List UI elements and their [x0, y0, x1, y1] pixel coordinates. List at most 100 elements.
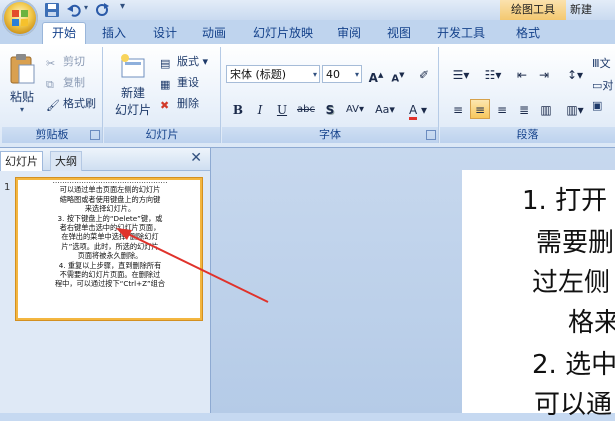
office-button[interactable]: [2, 0, 38, 36]
layout-button[interactable]: ▤ 版式 ▾: [160, 53, 208, 71]
close-icon[interactable]: ✕: [190, 150, 202, 166]
shadow-button[interactable]: S: [320, 99, 340, 119]
grow-font-button[interactable]: A▲: [366, 64, 386, 85]
font-size-dropdown-icon[interactable]: ▾: [355, 66, 359, 84]
thumbnail-line: 4. 重复以上步骤，直到删除所有: [58, 260, 162, 270]
tab-developer[interactable]: 开发工具: [432, 23, 490, 44]
tab-home[interactable]: 开始: [42, 22, 86, 45]
bullets-button[interactable]: ☰▾: [446, 64, 476, 84]
paintbrush-icon: 🖌: [46, 99, 60, 112]
strikethrough-button[interactable]: abc: [294, 99, 318, 119]
align-center-button[interactable]: ≡: [470, 99, 490, 119]
clear-format-icon: ✐: [418, 68, 430, 82]
new-slide-button[interactable]: 新建 幻灯片: [110, 53, 156, 123]
thumbnail-line: 页面将被永久删除。: [77, 251, 143, 261]
undo-icon[interactable]: [66, 2, 82, 18]
tab-design[interactable]: 设计: [146, 23, 184, 44]
group-label-paragraph: 段落: [440, 127, 615, 143]
new-slide-label-2: 幻灯片: [114, 103, 151, 117]
thumbnail-line: 程中，可以通过按下“Ctrl+Z”组合: [54, 279, 166, 289]
tab-review[interactable]: 审阅: [332, 23, 366, 44]
distributed-button[interactable]: ▥: [536, 99, 556, 119]
undo-dropdown-icon[interactable]: ▾: [84, 3, 88, 12]
qat-customize-icon[interactable]: ▾: [120, 1, 125, 12]
save-icon[interactable]: [44, 2, 60, 18]
change-case-button[interactable]: Aa▾: [372, 99, 398, 119]
font-color-button[interactable]: A ▾: [404, 99, 432, 120]
thumbnail-text: ………………………………………… 可以通过单击页面左侧的幻灯片 缩略图或者使用键盘上…: [26, 180, 194, 289]
slide-text-line[interactable]: 过左侧: [532, 262, 610, 299]
reset-icon: ▦: [160, 78, 171, 91]
columns-icon: ▥▾: [566, 103, 584, 117]
text-direction-icon: Ⅲ: [592, 57, 600, 70]
align-text-button[interactable]: ▭对: [592, 77, 613, 93]
cut-button[interactable]: ✂ 剪切: [46, 53, 85, 71]
align-left-button[interactable]: ≡: [448, 99, 468, 119]
slide-text-line[interactable]: 格来: [568, 302, 615, 339]
thumbnail-line: 不需要的幻灯片页面。在删除过: [59, 270, 161, 280]
text-direction-label: 文: [599, 57, 611, 70]
clipboard-launcher-icon[interactable]: [90, 130, 100, 140]
contextual-tab-drawing-tools[interactable]: 绘图工具: [500, 0, 566, 20]
font-name-dropdown-icon[interactable]: ▾: [313, 66, 317, 84]
columns-button[interactable]: ▥▾: [560, 99, 590, 119]
group-paragraph: ☰▾ ☷▾ ⇤ ⇥ ↕▾ ≡ ≡ ≡ ≣ ▥ ▥▾ Ⅲ文 ▭对 ▣ 段落: [440, 47, 615, 143]
char-spacing-button[interactable]: AV▾: [342, 99, 368, 119]
office-logo-icon: [12, 10, 28, 26]
tab-slideshow[interactable]: 幻灯片放映: [250, 23, 316, 44]
align-left-icon: ≡: [452, 103, 464, 117]
format-painter-button[interactable]: 🖌 格式刷: [46, 95, 96, 113]
tab-outline-pane[interactable]: 大纲: [50, 151, 82, 171]
paste-button[interactable]: 粘贴 ▾: [6, 53, 38, 119]
numbering-icon: ☷▾: [484, 68, 502, 82]
reset-label: 重设: [177, 76, 199, 89]
clear-format-button[interactable]: ✐: [414, 64, 434, 84]
font-size-combo[interactable]: 40 ▾: [322, 65, 362, 83]
align-text-label: 对: [602, 79, 614, 92]
bold-button[interactable]: B: [228, 99, 248, 119]
group-font: 宋体 (标题) ▾ 40 ▾ A▲ A▼ ✐ B I U abc S AV▾ Aa▾…: [222, 47, 439, 143]
layout-icon: ▤: [160, 57, 171, 70]
tab-format[interactable]: 格式: [510, 23, 546, 44]
tab-insert[interactable]: 插入: [96, 23, 132, 44]
smartart-icon: ▣: [592, 99, 603, 112]
slide-thumbnail[interactable]: ………………………………………… 可以通过单击页面左侧的幻灯片 缩略图或者使用键盘上…: [16, 178, 202, 320]
title-bar: ▾ ▾ 绘图工具 新建 Mic: [0, 0, 615, 36]
numbering-button[interactable]: ☷▾: [478, 64, 508, 84]
text-direction-button[interactable]: Ⅲ文: [592, 55, 611, 71]
thumbnail-line: 片”选项。此时，所选的幻灯片: [61, 241, 159, 251]
shrink-font-button[interactable]: A▼: [388, 64, 408, 84]
font-launcher-icon[interactable]: [426, 130, 436, 140]
slide-number: 1: [4, 182, 11, 193]
underline-button[interactable]: U: [272, 99, 292, 119]
slide-text-line[interactable]: 可以通: [534, 384, 612, 421]
increase-indent-button[interactable]: ⇥: [534, 64, 554, 84]
align-right-button[interactable]: ≡: [492, 99, 512, 119]
pane-tabs: 幻灯片 大纲 ✕: [0, 148, 210, 171]
tab-slides-pane[interactable]: 幻灯片: [0, 151, 43, 171]
group-slides: 新建 幻灯片 ▤ 版式 ▾ ▦ 重设 ✖ 删除 幻灯片: [104, 47, 221, 143]
italic-button[interactable]: I: [250, 99, 270, 119]
slide-text-line[interactable]: 2. 选中: [532, 344, 615, 381]
reset-button[interactable]: ▦ 重设: [160, 74, 199, 92]
font-size-value: 40: [326, 68, 340, 81]
group-label-clipboard: 剪贴板: [2, 127, 102, 143]
justify-icon: ≣: [518, 103, 530, 117]
font-name-combo[interactable]: 宋体 (标题) ▾: [226, 65, 320, 83]
copy-button[interactable]: ⧉ 复制: [46, 74, 85, 92]
cut-label: 剪切: [63, 55, 85, 68]
tab-view[interactable]: 视图: [382, 23, 416, 44]
smartart-button[interactable]: ▣: [592, 99, 602, 112]
layout-label: 版式: [177, 55, 199, 68]
decrease-indent-button[interactable]: ⇤: [512, 64, 532, 84]
thumbnail-line: 3. 按下键盘上的“Delete”键，或: [57, 213, 163, 223]
tab-animation[interactable]: 动画: [196, 23, 232, 44]
slide-text-line[interactable]: 1. 打开: [522, 180, 607, 217]
delete-slide-button[interactable]: ✖ 删除: [160, 95, 199, 113]
thumbnail-line: 可以通过单击页面左侧的幻灯片: [59, 185, 161, 195]
redo-icon[interactable]: [94, 2, 110, 18]
slide-text-line[interactable]: 需要删: [536, 222, 614, 259]
paste-dropdown-icon[interactable]: ▾: [6, 105, 38, 114]
line-spacing-button[interactable]: ↕▾: [560, 64, 590, 84]
justify-button[interactable]: ≣: [514, 99, 534, 119]
